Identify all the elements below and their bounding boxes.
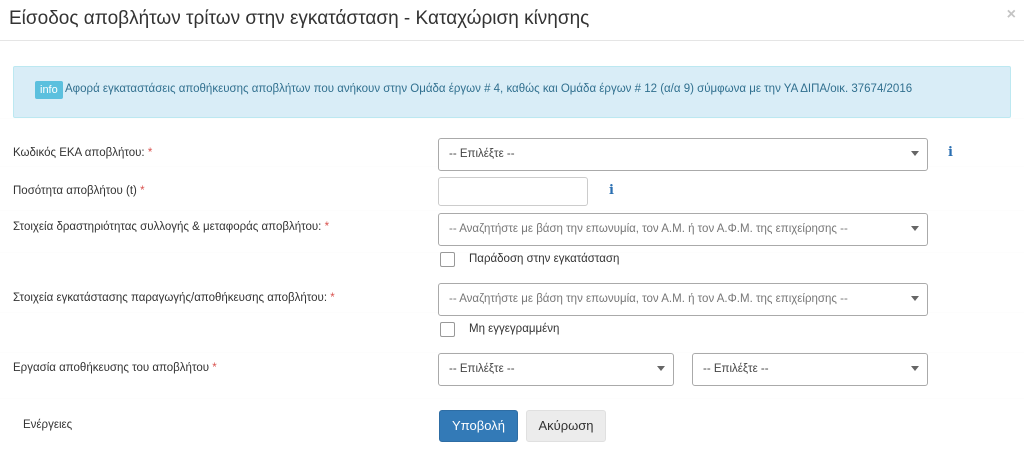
modal-header: Είσοδος αποβλήτων τρίτων στην εγκατάστασ… [0, 0, 1024, 41]
facility-label: Στοιχεία εγκατάστασης παραγωγής/αποθήκευ… [13, 292, 335, 304]
chevron-down-icon [657, 366, 665, 371]
chevron-down-icon [911, 366, 919, 371]
eka-code-label-text: Κωδικός ΕΚΑ αποβλήτου: [13, 147, 145, 159]
facility-search-placeholder: -- Αναζητήστε με βάση την επωνυμία, τον … [449, 293, 848, 305]
storage-work-primary-value: -- Επιλέξτε -- [449, 363, 515, 375]
movement-entry-modal: Είσοδος αποβλήτων τρίτων στην εγκατάστασ… [0, 0, 1024, 450]
required-marker: * [147, 147, 153, 159]
required-marker: * [324, 221, 330, 233]
collection-label-text: Στοιχεία δραστηριότητας συλλογής & μεταφ… [13, 221, 322, 233]
storage-work-secondary-value: -- Επιλέξτε -- [703, 363, 769, 375]
storage-work-label-text: Εργασία αποθήκευσης του αποβλήτου [13, 362, 210, 374]
eka-code-select[interactable]: -- Επιλέξτε -- [438, 138, 928, 171]
info-alert: info Αφορά εγκαταστάσεις αποθήκευσης απο… [13, 66, 1011, 118]
required-marker: * [212, 362, 217, 374]
collection-search-select[interactable]: -- Αναζητήστε με βάση την επωνυμία, τον … [438, 213, 928, 246]
unregistered-checkbox-label: Μη εγγεγραμμένη [469, 323, 560, 335]
eka-code-select-value: -- Επιλέξτε -- [449, 148, 515, 160]
facility-label-text: Στοιχεία εγκατάστασης παραγωγής/αποθήκευ… [13, 292, 328, 304]
storage-work-label: Εργασία αποθήκευσης του αποβλήτου * [13, 362, 217, 374]
required-marker: * [140, 185, 145, 197]
required-marker: * [330, 292, 335, 304]
cancel-button[interactable]: Ακύρωση [526, 410, 606, 442]
delivery-checkbox-label: Παράδοση στην εγκατάσταση [469, 253, 620, 265]
quantity-input[interactable] [438, 177, 588, 206]
storage-work-select-primary[interactable]: -- Επιλέξτε -- [438, 353, 674, 386]
chevron-down-icon [911, 151, 919, 156]
close-icon[interactable]: × [1007, 6, 1016, 24]
chevron-down-icon [911, 296, 919, 301]
submit-button[interactable]: Υποβολή [439, 410, 518, 442]
collection-search-placeholder: -- Αναζητήστε με βάση την επωνυμία, τον … [449, 223, 848, 235]
modal-title: Είσοδος αποβλήτων τρίτων στην εγκατάστασ… [9, 8, 590, 29]
quantity-label: Ποσότητα αποβλήτου (t) * [13, 185, 145, 197]
eka-info-icon[interactable]: i [948, 145, 953, 160]
chevron-down-icon [911, 226, 919, 231]
storage-work-select-secondary[interactable]: -- Επιλέξτε -- [692, 353, 928, 386]
quantity-info-icon[interactable]: i [609, 183, 614, 198]
collection-label: Στοιχεία δραστηριότητας συλλογής & μεταφ… [13, 221, 329, 233]
info-badge: info [35, 81, 63, 99]
unregistered-checkbox[interactable] [440, 322, 455, 337]
info-text: Αφορά εγκαταστάσεις αποθήκευσης αποβλήτω… [65, 83, 913, 95]
actions-label: Ενέργειες [23, 419, 73, 431]
delivery-checkbox[interactable] [440, 252, 455, 267]
eka-code-label: Κωδικός ΕΚΑ αποβλήτου: * [13, 147, 152, 159]
facility-search-select[interactable]: -- Αναζητήστε με βάση την επωνυμία, τον … [438, 283, 928, 316]
quantity-label-text: Ποσότητα αποβλήτου (t) [13, 185, 137, 197]
